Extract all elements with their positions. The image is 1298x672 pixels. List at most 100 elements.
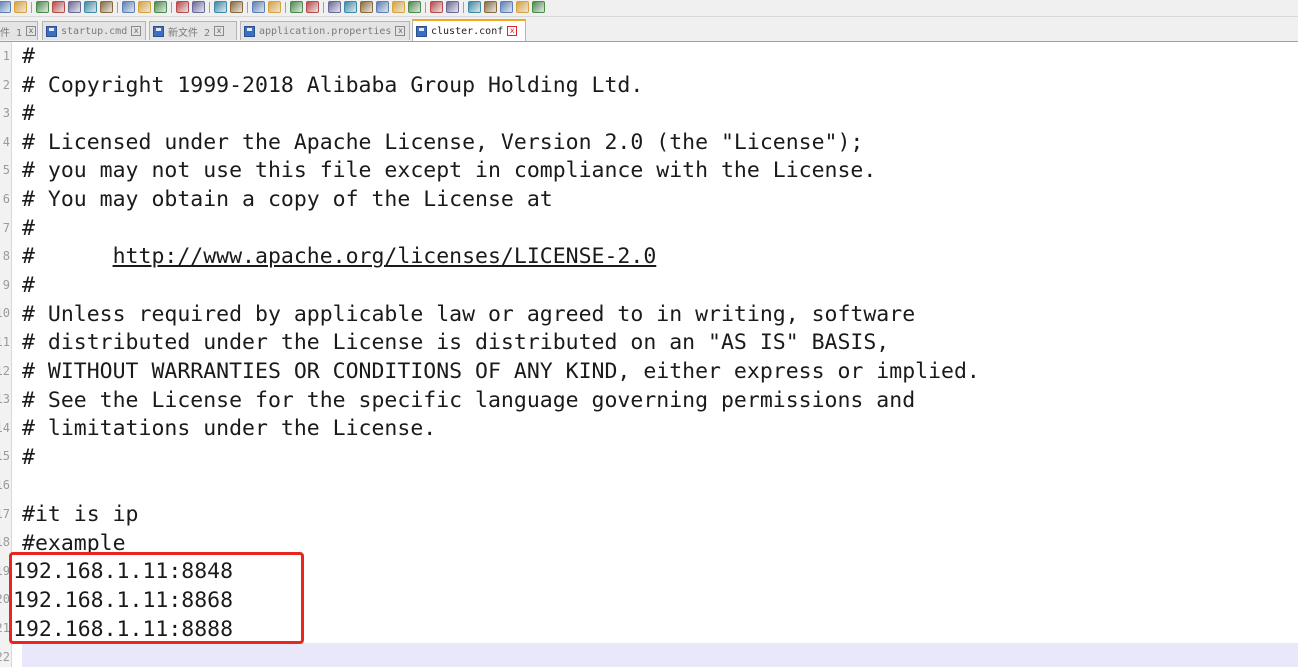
folder-workspace-icon[interactable]	[430, 1, 443, 13]
tab-bar: 件 1 x startup.cmd x 新文件 2 x application.…	[0, 17, 1298, 42]
toolbar-separator	[425, 2, 426, 13]
line-number: 6	[2, 192, 10, 206]
open-icon[interactable]	[14, 1, 27, 13]
run-macro-icon[interactable]	[516, 1, 529, 13]
toolbar-separator	[209, 2, 210, 13]
line-number: 1	[2, 49, 10, 63]
copy-icon[interactable]	[138, 1, 151, 13]
close-tab-icon[interactable]: x	[214, 26, 225, 36]
print-icon[interactable]	[100, 1, 113, 13]
sync-horizontal-icon[interactable]	[306, 1, 319, 13]
line-number: 3	[2, 106, 10, 121]
tab-label: cluster.conf	[431, 25, 504, 37]
code-line-url: # http://www.apache.org/licenses/LICENSE…	[22, 242, 656, 271]
cut-icon[interactable]	[122, 1, 135, 13]
code-line: #example	[22, 531, 126, 556]
close-tab-icon[interactable]: x	[131, 26, 142, 36]
saved-file-icon	[244, 25, 255, 37]
language-icon[interactable]	[376, 1, 389, 13]
tab-startup-cmd[interactable]: startup.cmd x	[42, 21, 146, 40]
line-number: 18	[0, 535, 10, 550]
line-number: 21	[0, 621, 10, 635]
code-line: #it is ip	[22, 502, 139, 527]
line-number: 14	[0, 420, 10, 435]
indent-guide-icon[interactable]	[360, 1, 373, 13]
show-all-characters-icon[interactable]	[344, 1, 357, 13]
close-all-icon[interactable]	[84, 1, 97, 13]
replace-icon[interactable]	[230, 1, 243, 13]
license-url-link[interactable]: http://www.apache.org/licenses/LICENSE-2…	[113, 244, 657, 269]
function-list-icon[interactable]	[408, 1, 421, 13]
save-icon[interactable]	[36, 1, 49, 13]
zoom-in-icon[interactable]	[252, 1, 265, 13]
text-editor[interactable]: # # Copyright 1999-2018 Alibaba Group Ho…	[13, 42, 1298, 667]
saved-file-icon	[153, 25, 164, 37]
play-macro-icon[interactable]	[500, 1, 513, 13]
line-number: 11	[0, 335, 10, 349]
line-number: 17	[0, 506, 10, 521]
code-line: #	[22, 273, 35, 298]
tab-label: 新文件 2	[168, 27, 211, 39]
code-line: # limitations under the License.	[22, 416, 437, 441]
line-number: 9	[2, 277, 10, 292]
line-number: 8	[2, 249, 10, 264]
line-number: 7	[2, 220, 10, 235]
new-file-icon[interactable]	[0, 1, 11, 13]
code-line-ip: 192.168.1.11:8848	[13, 559, 234, 584]
code-line-ip: 192.168.1.11:8868	[13, 588, 234, 613]
document-map-icon[interactable]	[392, 1, 405, 13]
line-number: 13	[0, 392, 10, 407]
code-line: #	[22, 101, 35, 126]
word-wrap-icon[interactable]	[328, 1, 341, 13]
tab-label: 件 1	[0, 27, 23, 39]
monitoring-icon[interactable]	[446, 1, 459, 13]
code-line: # Copyright 1999-2018 Alibaba Group Hold…	[22, 73, 644, 98]
sync-vertical-icon[interactable]	[290, 1, 303, 13]
stop-macro-icon[interactable]	[484, 1, 497, 13]
toolbar-separator	[463, 2, 464, 13]
tab-application-properties[interactable]: application.properties x	[240, 21, 410, 40]
line-number: 10	[0, 306, 10, 321]
toolbar-separator	[285, 2, 286, 13]
paste-icon[interactable]	[154, 1, 167, 13]
toolbar-separator	[247, 2, 248, 13]
line-number: 20	[0, 592, 10, 607]
line-number-gutter: 12345678910111213141516171819202122	[0, 42, 12, 667]
toolbar	[0, 0, 1298, 17]
current-line-highlight	[22, 643, 1298, 667]
close-icon[interactable]	[68, 1, 81, 13]
redo-icon[interactable]	[192, 1, 205, 13]
tab-file-1[interactable]: 件 1 x	[0, 21, 38, 40]
code-line: # You may obtain a copy of the License a…	[22, 187, 553, 212]
toolbar-separator	[117, 2, 118, 13]
save-all-icon[interactable]	[52, 1, 65, 13]
code-line: #	[22, 44, 35, 69]
code-line: # distributed under the License is distr…	[22, 330, 890, 355]
record-macro-icon[interactable]	[468, 1, 481, 13]
saved-file-icon	[46, 25, 57, 37]
line-number: 16	[0, 478, 10, 492]
find-icon[interactable]	[214, 1, 227, 13]
tab-new-file-2[interactable]: 新文件 2 x	[149, 21, 237, 40]
undo-icon[interactable]	[176, 1, 189, 13]
line-number: 2	[2, 77, 10, 92]
tab-cluster-conf[interactable]: cluster.conf x	[412, 19, 526, 41]
line-number: 15	[0, 449, 10, 464]
close-tab-icon[interactable]: x	[395, 26, 406, 36]
close-tab-icon[interactable]: x	[507, 26, 518, 36]
save-macro-icon[interactable]	[532, 1, 545, 13]
close-tab-icon[interactable]: x	[26, 26, 37, 36]
tab-label: application.properties	[259, 25, 392, 37]
line-number: 22	[0, 649, 10, 664]
tab-label: startup.cmd	[61, 25, 128, 37]
code-line: # WITHOUT WARRANTIES OR CONDITIONS OF AN…	[22, 359, 980, 384]
line-number: 19	[0, 563, 10, 578]
zoom-out-icon[interactable]	[268, 1, 281, 13]
code-line: # See the License for the specific langu…	[22, 388, 916, 413]
saved-file-icon	[416, 25, 427, 37]
line-number: 12	[0, 363, 10, 378]
line-number: 4	[2, 134, 10, 149]
toolbar-separator	[171, 2, 172, 13]
line-number: 5	[2, 163, 10, 178]
toolbar-separator	[31, 2, 32, 13]
